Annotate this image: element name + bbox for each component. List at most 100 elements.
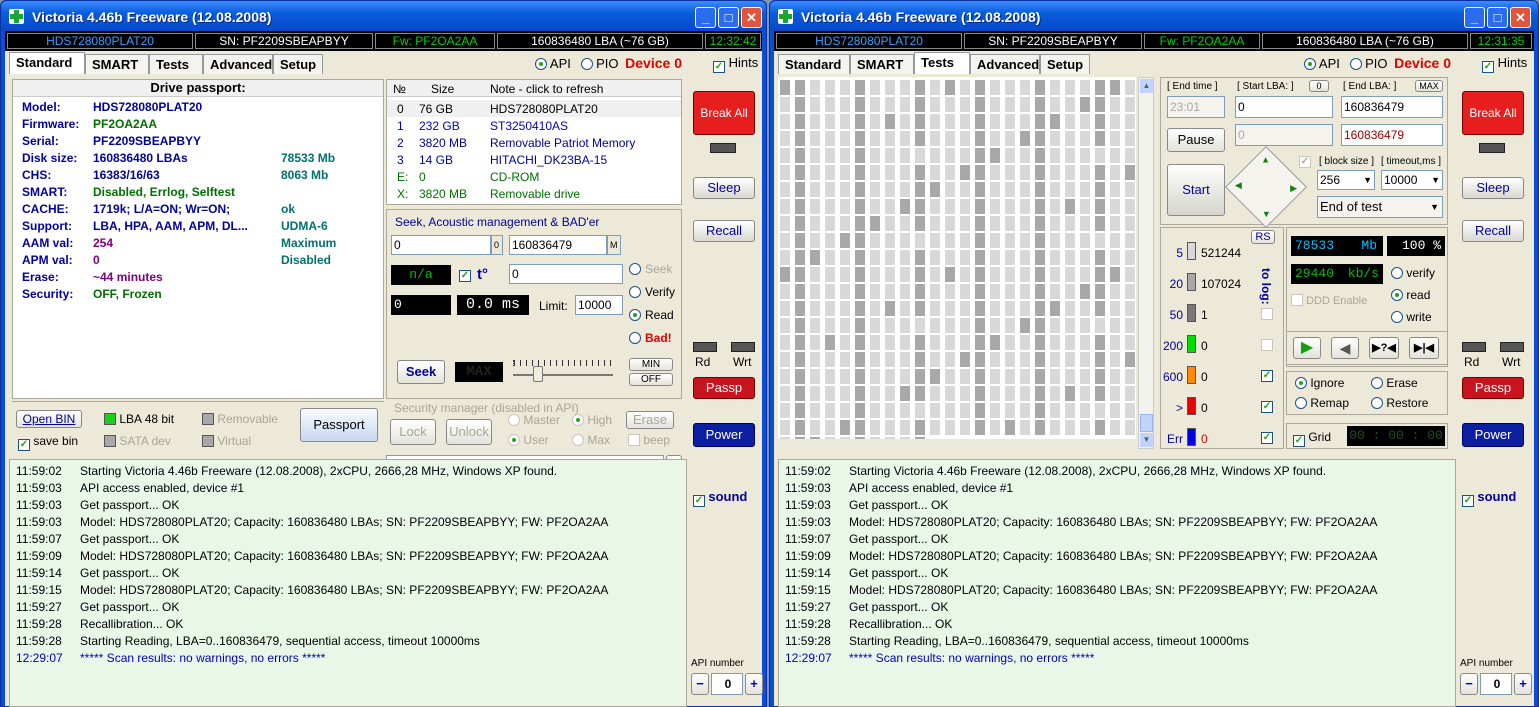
api-radio[interactable] (1304, 58, 1316, 70)
col-note[interactable]: Note - click to refresh (490, 82, 603, 96)
seek-from-input[interactable]: 0 (391, 235, 491, 255)
jump-end-icon[interactable]: ▶|◀ (1409, 337, 1439, 359)
lock-button[interactable]: Lock (390, 419, 436, 445)
api-number-minus[interactable]: − (1460, 673, 1478, 695)
pio-radio[interactable] (580, 58, 593, 70)
end-lba-input[interactable]: 160836479 (1341, 96, 1443, 118)
tab-smart[interactable]: SMART (85, 54, 149, 74)
tab-advanced[interactable]: Advanced (203, 54, 273, 74)
passp-button[interactable]: Passp (1462, 377, 1524, 399)
passp-button[interactable]: Passp (693, 377, 755, 399)
close-button[interactable]: ✕ (1510, 7, 1531, 28)
maximize-button[interactable]: □ (1487, 7, 1508, 28)
seek-mode-radio[interactable] (629, 263, 641, 275)
scroll-down-icon[interactable]: ▼ (1140, 433, 1153, 447)
verify-radio[interactable] (1391, 267, 1403, 279)
legend-log-checkbox[interactable]: ✓ (1261, 432, 1273, 444)
end-of-test-select[interactable]: End of test ▼ (1317, 196, 1443, 218)
legend-log-checkbox[interactable] (1261, 339, 1273, 351)
erase-button[interactable]: Erase (626, 411, 674, 429)
slider-thumb[interactable] (533, 366, 543, 382)
pad-checkbox[interactable]: ✓ (1299, 156, 1311, 168)
break-all-button[interactable]: Break All (1462, 91, 1524, 135)
arrow-up-icon[interactable]: ▲ (1261, 155, 1270, 165)
drive-row[interactable]: E: 0 CD-ROM (387, 168, 681, 185)
drive-row[interactable]: 0 76 GB HDS728080PLAT20 (387, 100, 681, 117)
arrow-right-icon[interactable]: ▶ (1290, 183, 1297, 194)
break-all-button[interactable]: Break All (693, 91, 755, 135)
api-number-minus[interactable]: − (691, 673, 709, 695)
pause-button[interactable]: Pause (1167, 128, 1225, 152)
sound-checkbox[interactable]: ✓ (1462, 495, 1474, 507)
tab-standard[interactable]: Standard (9, 52, 85, 74)
play-icon[interactable]: ▶ (1293, 337, 1321, 359)
restore-radio[interactable] (1371, 397, 1383, 409)
seek-mode-radio[interactable] (629, 309, 641, 321)
off-button[interactable]: OFF (629, 373, 673, 386)
passport-button[interactable]: Passport (300, 408, 378, 442)
open-bin-button[interactable]: Open BIN (16, 410, 82, 428)
end-time-input[interactable]: 23:01 (1167, 96, 1225, 118)
api-number-plus[interactable]: + (1514, 673, 1532, 695)
recall-button[interactable]: Recall (693, 220, 755, 242)
drive-row[interactable]: 1 232 GB ST3250410AS (387, 117, 681, 134)
seek-from-unit[interactable]: 0 (491, 235, 503, 255)
minimize-button[interactable]: _ (695, 7, 716, 28)
minimize-button[interactable]: _ (1464, 7, 1485, 28)
grid-scrollbar[interactable]: ▲ ▼ (1138, 77, 1154, 449)
end-lba-input-2[interactable]: 160836479 (1341, 124, 1443, 146)
col-number[interactable]: № (393, 82, 406, 96)
limit-input[interactable]: 10000 (575, 295, 623, 315)
ignore-radio[interactable] (1295, 377, 1307, 389)
temp-checkbox[interactable]: ✓ (459, 270, 471, 282)
max-radio[interactable] (572, 434, 584, 446)
sleep-button[interactable]: Sleep (1462, 177, 1524, 199)
erase-radio[interactable] (1371, 377, 1383, 389)
tab-standard[interactable]: Standard (778, 54, 850, 74)
timeout-select[interactable]: 10000 ▼ (1381, 170, 1443, 190)
log-panel[interactable]: 11:59:02 Starting Victoria 4.46b Freeware… (9, 459, 687, 707)
unlock-button[interactable]: Unlock (446, 419, 492, 445)
scroll-thumb[interactable] (1140, 414, 1153, 432)
col-size[interactable]: Size (431, 82, 454, 96)
user-radio[interactable] (508, 434, 520, 446)
direction-pad[interactable]: ▲ ▶ ◀ ▼ (1224, 145, 1308, 229)
seek-mode-radio[interactable] (629, 332, 641, 344)
arrow-left-icon[interactable]: ◀ (1235, 180, 1242, 191)
beep-checkbox[interactable] (628, 434, 640, 446)
seek-to-unit[interactable]: M (607, 235, 621, 255)
log-panel[interactable]: 11:59:02 Starting Victoria 4.46b Freeware… (778, 459, 1456, 707)
sleep-button[interactable]: Sleep (693, 177, 755, 199)
drive-row[interactable]: 3 14 GB HITACHI_DK23BA-15 (387, 151, 681, 168)
title-bar[interactable]: Victoria 4.46b Freeware (12.08.2008) _ □… (770, 1, 1538, 31)
seek-to-input[interactable]: 160836479 (509, 235, 607, 255)
tab-advanced[interactable]: Advanced (970, 54, 1040, 74)
rs-button[interactable]: RS (1251, 230, 1275, 244)
tab-tests[interactable]: Tests (149, 54, 203, 74)
drive-list[interactable]: № Size Note - click to refresh 0 76 GB HDS… (386, 79, 682, 205)
master-radio[interactable] (508, 414, 520, 426)
block-size-select[interactable]: 256 ▼ (1317, 170, 1375, 190)
power-button[interactable]: Power (693, 423, 755, 447)
hints-checkbox[interactable]: ✓ (1482, 61, 1494, 73)
legend-log-checkbox[interactable]: ✓ (1261, 370, 1273, 382)
power-button[interactable]: Power (1462, 423, 1524, 447)
temp-input[interactable]: 0 (509, 264, 623, 284)
hints-checkbox[interactable]: ✓ (713, 61, 725, 73)
arrow-down-icon[interactable]: ▼ (1262, 209, 1271, 219)
start-lba-input[interactable]: 0 (1235, 96, 1333, 118)
legend-log-checkbox[interactable]: ✓ (1261, 401, 1273, 413)
tab-setup[interactable]: Setup (1040, 54, 1090, 74)
tab-setup[interactable]: Setup (273, 54, 323, 74)
tab-smart[interactable]: SMART (850, 54, 914, 74)
end-lba-max[interactable]: MAX (1415, 80, 1443, 92)
acoustic-slider[interactable] (513, 360, 613, 382)
title-bar[interactable]: Victoria 4.46b Freeware (12.08.2008) _ □… (1, 1, 766, 31)
save-bin-checkbox[interactable]: ✓ (18, 439, 30, 451)
start-lba-small[interactable]: 0 (1309, 80, 1329, 92)
grid-checkbox[interactable]: ✓ (1293, 435, 1305, 447)
recall-button[interactable]: Recall (1462, 220, 1524, 242)
drive-row[interactable]: X: 3820 MB Removable drive (387, 185, 681, 202)
drive-row[interactable]: 2 3820 MB Removable Patriot Memory (387, 134, 681, 151)
legend-log-checkbox[interactable] (1261, 308, 1273, 320)
